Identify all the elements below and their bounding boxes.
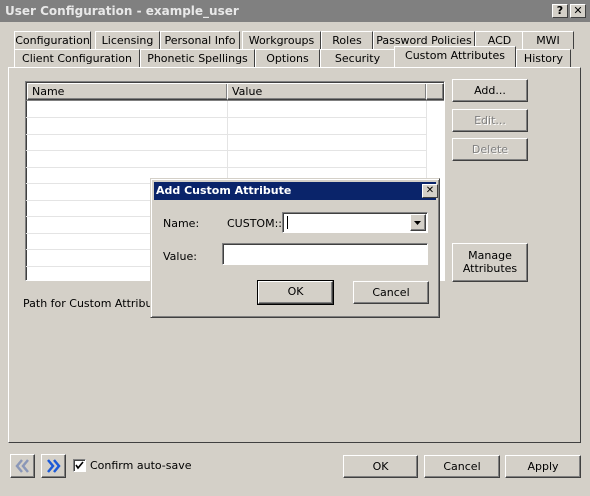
table-gridline bbox=[26, 134, 426, 135]
text-caret bbox=[287, 216, 288, 229]
name-label: Name: bbox=[163, 217, 200, 230]
manage-attributes-button[interactable]: Manage Attributes bbox=[452, 243, 528, 282]
name-combobox[interactable] bbox=[282, 212, 428, 233]
table-gridline bbox=[26, 150, 426, 151]
dialog-ok-label: OK bbox=[287, 285, 304, 298]
name-prefix: CUSTOM:: bbox=[227, 217, 282, 230]
column-header-name-label: Name bbox=[32, 85, 65, 98]
dialog-titlebar: Add Custom Attribute ✕ bbox=[154, 182, 438, 200]
column-header-filler bbox=[426, 83, 444, 100]
table-gridline bbox=[26, 117, 426, 118]
add-button[interactable]: Add... bbox=[452, 79, 528, 102]
edit-button-label: Edit... bbox=[474, 114, 506, 127]
dialog-cancel-button[interactable]: Cancel bbox=[353, 281, 429, 304]
back-button[interactable] bbox=[10, 454, 35, 478]
tab-security[interactable]: Security bbox=[320, 49, 395, 67]
dropdown-arrow-icon bbox=[414, 221, 421, 225]
tab-personal-info[interactable]: Personal Info bbox=[160, 31, 240, 49]
apply-button-label: Apply bbox=[527, 460, 559, 473]
add-custom-attribute-dialog: Add Custom Attribute ✕ Name: CUSTOM:: Va… bbox=[150, 178, 440, 318]
manage-attributes-label-1: Manage bbox=[468, 249, 512, 262]
value-label: Value: bbox=[163, 250, 197, 263]
tab-configuration[interactable]: Configuration bbox=[14, 31, 91, 49]
cancel-button-label: Cancel bbox=[443, 460, 481, 473]
window-title: User Configuration - example_user bbox=[5, 4, 239, 18]
tab-phonetic-spellings[interactable]: Phonetic Spellings bbox=[140, 49, 255, 67]
tab-options[interactable]: Options bbox=[255, 49, 320, 67]
tab-client-configuration[interactable]: Client Configuration bbox=[14, 49, 140, 67]
window-titlebar: User Configuration - example_user ? ✕ bbox=[0, 0, 590, 22]
cancel-button[interactable]: Cancel bbox=[424, 455, 500, 478]
delete-button-label: Delete bbox=[471, 143, 509, 156]
confirm-autosave-label: Confirm auto-save bbox=[90, 459, 192, 472]
column-header-value[interactable]: Value bbox=[227, 83, 427, 100]
dialog-ok-button[interactable]: OK bbox=[257, 280, 334, 305]
forward-button[interactable] bbox=[41, 454, 66, 478]
column-header-name[interactable]: Name bbox=[27, 83, 228, 100]
confirm-autosave-checkbox[interactable] bbox=[73, 459, 86, 472]
checkmark-icon bbox=[75, 461, 84, 470]
tab-roles[interactable]: Roles bbox=[321, 31, 373, 49]
close-icon[interactable]: ✕ bbox=[570, 4, 586, 18]
header-divider bbox=[26, 100, 444, 101]
tab-custom-attributes[interactable]: Custom Attributes bbox=[394, 46, 516, 67]
add-button-label: Add... bbox=[474, 84, 506, 97]
dialog-title: Add Custom Attribute bbox=[156, 184, 292, 197]
manage-attributes-label-2: Attributes bbox=[462, 262, 518, 275]
edit-button[interactable]: Edit... bbox=[452, 109, 528, 132]
dialog-close-icon[interactable]: ✕ bbox=[422, 184, 438, 198]
tab-mwi[interactable]: MWI bbox=[522, 31, 574, 49]
tab-history[interactable]: History bbox=[516, 49, 571, 67]
name-dropdown-button[interactable] bbox=[410, 214, 426, 231]
back-arrows-icon bbox=[15, 459, 29, 473]
tab-licensing[interactable]: Licensing bbox=[95, 31, 160, 49]
help-icon[interactable]: ? bbox=[552, 4, 568, 18]
column-header-value-label: Value bbox=[232, 85, 263, 98]
forward-arrows-icon bbox=[47, 459, 61, 473]
tab-workgroups[interactable]: Workgroups bbox=[242, 31, 321, 49]
delete-button[interactable]: Delete bbox=[452, 138, 528, 161]
ok-button[interactable]: OK bbox=[343, 455, 418, 478]
apply-button[interactable]: Apply bbox=[505, 455, 581, 478]
ok-button-label: OK bbox=[372, 460, 389, 473]
value-input[interactable] bbox=[222, 243, 428, 265]
table-gridline bbox=[26, 167, 426, 168]
path-label: Path for Custom Attributes bbox=[23, 297, 170, 310]
dialog-cancel-label: Cancel bbox=[372, 286, 410, 299]
